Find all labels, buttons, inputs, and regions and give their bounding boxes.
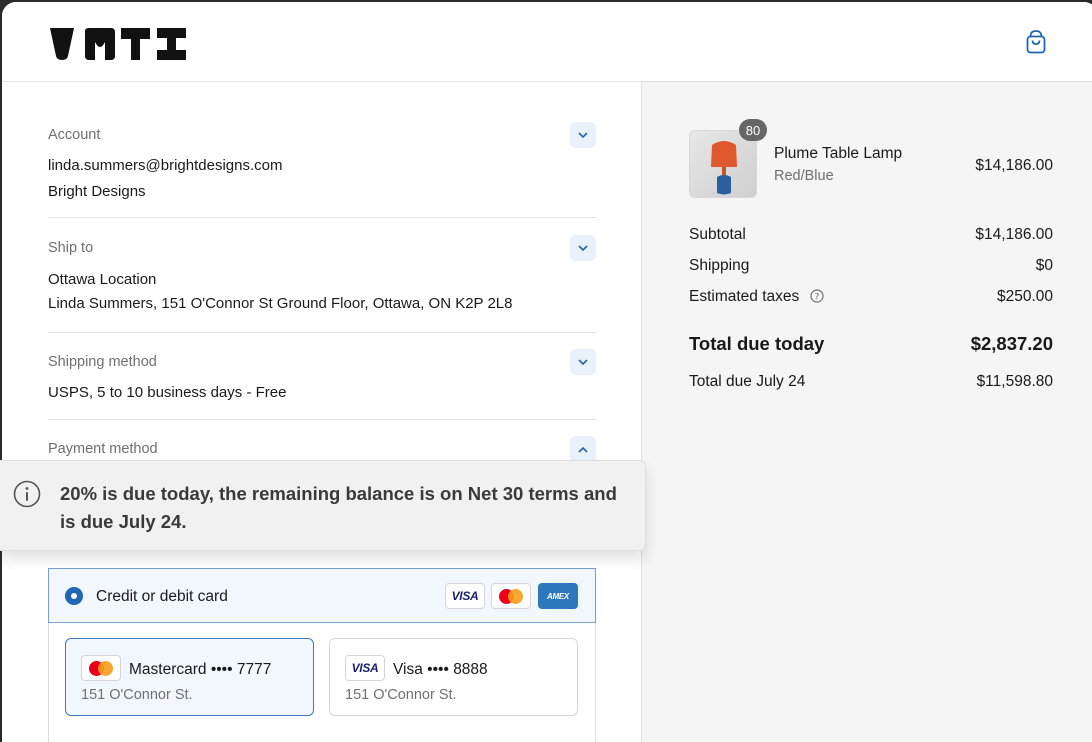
help-icon[interactable]: ?: [809, 289, 824, 308]
chevron-down-icon: [578, 244, 588, 251]
shipping-method-expand-button[interactable]: [570, 349, 596, 375]
amex-logo-icon: AMEX: [538, 583, 578, 609]
shipping-method-section: Shipping method USPS, 5 to 10 business d…: [48, 333, 596, 420]
account-email: linda.summers@brightdesigns.com: [48, 157, 283, 174]
credit-card-radio[interactable]: [65, 587, 83, 605]
payment-method-collapse-button[interactable]: [570, 436, 596, 462]
checkout-window: Account linda.summers@brightdesigns.com …: [2, 2, 1092, 742]
total-later-label: Total due July 24: [689, 373, 806, 390]
saved-card-address: 151 O'Connor St.: [345, 687, 457, 703]
saved-card-label: Mastercard •••• 7777: [129, 661, 272, 678]
shipping-method-value: USPS, 5 to 10 business days - Free: [48, 384, 287, 401]
total-later-value: $11,598.80: [976, 373, 1053, 390]
subtotal-label: Subtotal: [689, 226, 746, 243]
taxes-label: Estimated taxes: [689, 288, 800, 305]
saved-card-visa[interactable]: VISA Visa •••• 8888 151 O'Connor St.: [329, 638, 578, 716]
taxes-row: Estimated taxes ?: [689, 288, 824, 308]
notice-text: 20% is due today, the remaining balance …: [60, 483, 617, 532]
quantity-badge: 80: [739, 119, 767, 141]
mastercard-logo-icon: [491, 583, 531, 609]
credit-card-option[interactable]: Credit or debit card VISA AMEX: [48, 568, 596, 623]
ship-to-label: Ship to: [48, 240, 94, 256]
account-label: Account: [48, 127, 101, 143]
product-price: $14,186.00: [975, 157, 1053, 174]
shipping-label: Shipping: [689, 257, 750, 274]
saved-card-mastercard[interactable]: Mastercard •••• 7777 151 O'Connor St.: [65, 638, 314, 716]
ship-to-address: Linda Summers, 151 O'Connor St Ground Fl…: [48, 295, 513, 312]
shipping-method-label: Shipping method: [48, 354, 157, 370]
saved-card-address: 151 O'Connor St.: [81, 687, 193, 703]
total-today-value: $2,837.20: [970, 333, 1053, 354]
total-today-label: Total due today: [689, 333, 825, 354]
saved-card-label: Visa •••• 8888: [393, 661, 488, 678]
brand-logo[interactable]: [48, 26, 188, 67]
subtotal-value: $14,186.00: [975, 226, 1053, 243]
product-name: Plume Table Lamp: [774, 145, 903, 162]
header: [2, 2, 1092, 82]
info-icon: [12, 479, 42, 514]
ship-to-expand-button[interactable]: [570, 235, 596, 261]
product-variant: Red/Blue: [774, 168, 834, 184]
ship-to-section: Ship to Ottawa Location Linda Summers, 1…: [48, 218, 596, 333]
shipping-value: $0: [1035, 257, 1053, 274]
taxes-value: $250.00: [996, 288, 1053, 305]
payment-method-label: Payment method: [48, 441, 158, 457]
visa-logo-icon: VISA: [345, 655, 385, 681]
shopping-bag-icon[interactable]: [1026, 30, 1046, 59]
ship-to-location: Ottawa Location: [48, 271, 157, 288]
chevron-down-icon: [578, 131, 588, 138]
account-section: Account linda.summers@brightdesigns.com …: [48, 116, 596, 218]
svg-text:?: ?: [814, 293, 819, 303]
credit-card-option-label: Credit or debit card: [96, 588, 228, 605]
chevron-down-icon: [578, 358, 588, 365]
chevron-up-icon: [578, 446, 588, 453]
account-company: Bright Designs: [48, 183, 146, 200]
account-expand-button[interactable]: [570, 122, 596, 148]
payment-terms-notice: 20% is due today, the remaining balance …: [0, 460, 646, 551]
order-summary: 80 Plume Table Lamp Red/Blue $14,186.00 …: [641, 82, 1092, 742]
visa-logo-icon: VISA: [445, 583, 485, 609]
payment-method-section: Payment method: [48, 420, 596, 464]
mastercard-logo-icon: [81, 655, 121, 681]
